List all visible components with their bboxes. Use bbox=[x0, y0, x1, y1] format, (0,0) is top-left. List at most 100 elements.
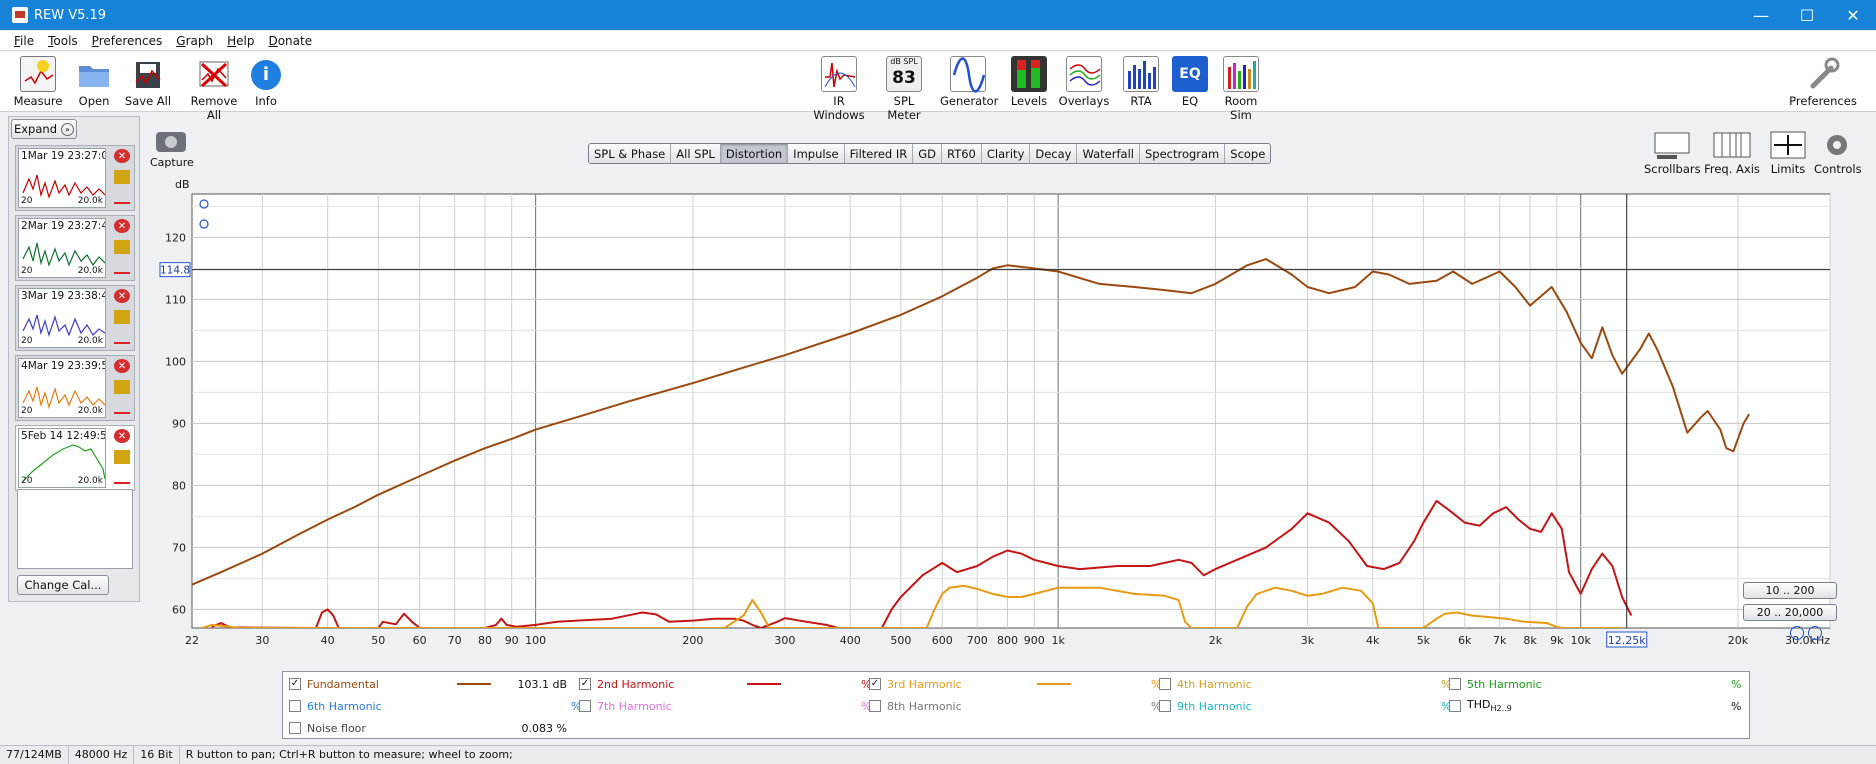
range-10-200-button[interactable]: 10 .. 200 bbox=[1743, 582, 1837, 599]
trace-color-icon[interactable] bbox=[114, 190, 130, 204]
lock-icon[interactable] bbox=[114, 170, 130, 184]
measure-icon bbox=[20, 56, 56, 92]
tab-spl-phase[interactable]: SPL & Phase bbox=[589, 144, 672, 163]
measurement-item[interactable]: 1Mar 19 23:27:06 20 20.0k ✕ bbox=[15, 145, 135, 211]
remove-measurement-icon[interactable]: ✕ bbox=[114, 359, 130, 373]
spl-meter-button[interactable]: dB SPL 83 SPL Meter bbox=[876, 56, 932, 122]
generator-button[interactable]: Generator bbox=[940, 56, 998, 108]
h7-checkbox[interactable] bbox=[579, 700, 591, 712]
h2-checkbox[interactable]: ✓ bbox=[579, 678, 591, 690]
legend-thd[interactable]: THDH2..9 % bbox=[1449, 697, 1745, 715]
minimize-button[interactable]: — bbox=[1738, 0, 1784, 30]
rta-button[interactable]: RTA bbox=[1122, 56, 1160, 108]
scrollbars-button[interactable]: Scrollbars bbox=[1644, 130, 1701, 176]
tab-gd[interactable]: GD bbox=[913, 144, 943, 163]
remove-measurement-icon[interactable]: ✕ bbox=[114, 429, 130, 443]
menu-help[interactable]: Help bbox=[227, 34, 254, 48]
measurement-item[interactable]: 3Mar 19 23:38:47 20 20.0k ✕ bbox=[15, 285, 135, 351]
menu-preferences[interactable]: Preferences bbox=[92, 34, 163, 48]
menu-tools[interactable]: Tools bbox=[48, 34, 78, 48]
trace-color-icon[interactable] bbox=[114, 470, 130, 484]
measurement-item[interactable]: 4Mar 19 23:39:52 20 20.0k ✕ bbox=[15, 355, 135, 421]
main-toolbar: Measure Open Save All Remove All i Info … bbox=[0, 52, 1876, 122]
close-button[interactable]: ✕ bbox=[1830, 0, 1876, 30]
overlays-icon bbox=[1066, 56, 1102, 92]
double-chevron-right-icon: » bbox=[61, 122, 74, 136]
tab-all-spl[interactable]: All SPL bbox=[671, 144, 721, 163]
tab-decay[interactable]: Decay bbox=[1030, 144, 1078, 163]
room-sim-button[interactable]: Room Sim bbox=[1214, 56, 1268, 122]
tab-filtered-ir[interactable]: Filtered IR bbox=[845, 144, 914, 163]
trace-color-icon[interactable] bbox=[114, 260, 130, 274]
tab-waterfall[interactable]: Waterfall bbox=[1077, 144, 1140, 163]
measurement-item[interactable]: 2Mar 19 23:27:40 20 20.0k ✕ bbox=[15, 215, 135, 281]
lock-icon[interactable] bbox=[114, 240, 130, 254]
legend-4th-harmonic[interactable]: 4th Harmonic % bbox=[1159, 675, 1455, 693]
remove-measurement-icon[interactable]: ✕ bbox=[114, 219, 130, 233]
tab-rt60[interactable]: RT60 bbox=[942, 144, 982, 163]
legend-fundamental[interactable]: ✓ Fundamental 103.1 dB bbox=[289, 675, 585, 693]
measure-button[interactable]: Measure bbox=[12, 56, 64, 108]
legend-noise-floor[interactable]: Noise floor 0.083 % bbox=[289, 719, 585, 737]
h3-checkbox[interactable]: ✓ bbox=[869, 678, 881, 690]
legend-7th-harmonic[interactable]: 7th Harmonic % bbox=[579, 697, 875, 715]
zoom-out-icon[interactable] bbox=[1790, 626, 1804, 640]
tab-clarity[interactable]: Clarity bbox=[982, 144, 1031, 163]
menu-graph[interactable]: Graph bbox=[176, 34, 213, 48]
remove-measurement-icon[interactable]: ✕ bbox=[114, 289, 130, 303]
preferences-button[interactable]: Preferences bbox=[1788, 56, 1858, 108]
expand-button[interactable]: Expand » bbox=[11, 119, 77, 139]
plot-area[interactable] bbox=[191, 193, 1831, 629]
tab-distortion[interactable]: Distortion bbox=[720, 144, 789, 163]
range-20-20000-button[interactable]: 20 .. 20,000 bbox=[1743, 604, 1837, 621]
trace-color-icon[interactable] bbox=[114, 400, 130, 414]
lock-icon[interactable] bbox=[114, 380, 130, 394]
thd-checkbox[interactable] bbox=[1449, 700, 1461, 712]
tab-scope[interactable]: Scope bbox=[1225, 144, 1270, 163]
legend-2nd-harmonic[interactable]: ✓ 2nd Harmonic % bbox=[579, 675, 875, 693]
overlays-button[interactable]: Overlays bbox=[1058, 56, 1110, 108]
lock-icon[interactable] bbox=[114, 310, 130, 324]
zoom-in-icon[interactable] bbox=[1808, 626, 1822, 640]
menu-donate[interactable]: Donate bbox=[268, 34, 312, 48]
distortion-graph[interactable]: 60 70 80 90 100 110 120 22 30 40 50 60 70 80 90 100 200 3… bbox=[150, 178, 1850, 668]
h9-checkbox[interactable] bbox=[1159, 700, 1171, 712]
tab-impulse[interactable]: Impulse bbox=[788, 144, 845, 163]
x-tick-label: 800 bbox=[997, 634, 1018, 647]
freq-axis-button[interactable]: Freq. Axis bbox=[1704, 130, 1760, 176]
maximize-button[interactable]: ☐ bbox=[1784, 0, 1830, 30]
fundamental-checkbox[interactable]: ✓ bbox=[289, 678, 301, 690]
remove-measurement-icon[interactable]: ✕ bbox=[114, 149, 130, 163]
h8-checkbox[interactable] bbox=[869, 700, 881, 712]
save-all-button[interactable]: Save All bbox=[124, 56, 172, 108]
change-cal-button[interactable]: Change Cal... bbox=[17, 575, 109, 595]
tab-spectrogram[interactable]: Spectrogram bbox=[1140, 144, 1226, 163]
legend-9th-harmonic[interactable]: 9th Harmonic % bbox=[1159, 697, 1455, 715]
menu-file[interactable]: File bbox=[14, 34, 34, 48]
legend-6th-harmonic[interactable]: 6th Harmonic % bbox=[289, 697, 585, 715]
remove-all-button[interactable]: Remove All bbox=[182, 56, 246, 122]
x-tick-label: 4k bbox=[1366, 634, 1380, 647]
lock-icon[interactable] bbox=[114, 450, 130, 464]
legend-5th-harmonic[interactable]: 5th Harmonic % bbox=[1449, 675, 1745, 693]
noise-floor-checkbox[interactable] bbox=[289, 722, 301, 734]
legend-8th-harmonic[interactable]: 8th Harmonic % bbox=[869, 697, 1165, 715]
open-button[interactable]: Open bbox=[72, 56, 116, 108]
x-tick-label: 20k bbox=[1728, 634, 1749, 647]
capture-button[interactable]: Capture bbox=[150, 132, 194, 169]
h6-checkbox[interactable] bbox=[289, 700, 301, 712]
levels-button[interactable]: Levels bbox=[1008, 56, 1050, 108]
measurement-thumbnail: 5Feb 14 12:49:56 20 20.0k bbox=[18, 428, 106, 488]
h5-checkbox[interactable] bbox=[1449, 678, 1461, 690]
ir-windows-button[interactable]: IR Windows bbox=[808, 56, 870, 122]
x-tick-label: 1k bbox=[1051, 634, 1065, 647]
eq-button[interactable]: EQ EQ bbox=[1172, 56, 1208, 108]
trace-color-icon[interactable] bbox=[114, 330, 130, 344]
controls-button[interactable]: Controls bbox=[1814, 130, 1862, 176]
limits-button[interactable]: Limits bbox=[1768, 130, 1808, 176]
measurement-item-selected[interactable]: 5Feb 14 12:49:56 20 20.0k ✕ bbox=[15, 425, 135, 491]
h4-checkbox[interactable] bbox=[1159, 678, 1171, 690]
legend-3rd-harmonic[interactable]: ✓ 3rd Harmonic % bbox=[869, 675, 1165, 693]
x-tick-label: 400 bbox=[840, 634, 861, 647]
info-button[interactable]: i Info bbox=[250, 56, 282, 108]
